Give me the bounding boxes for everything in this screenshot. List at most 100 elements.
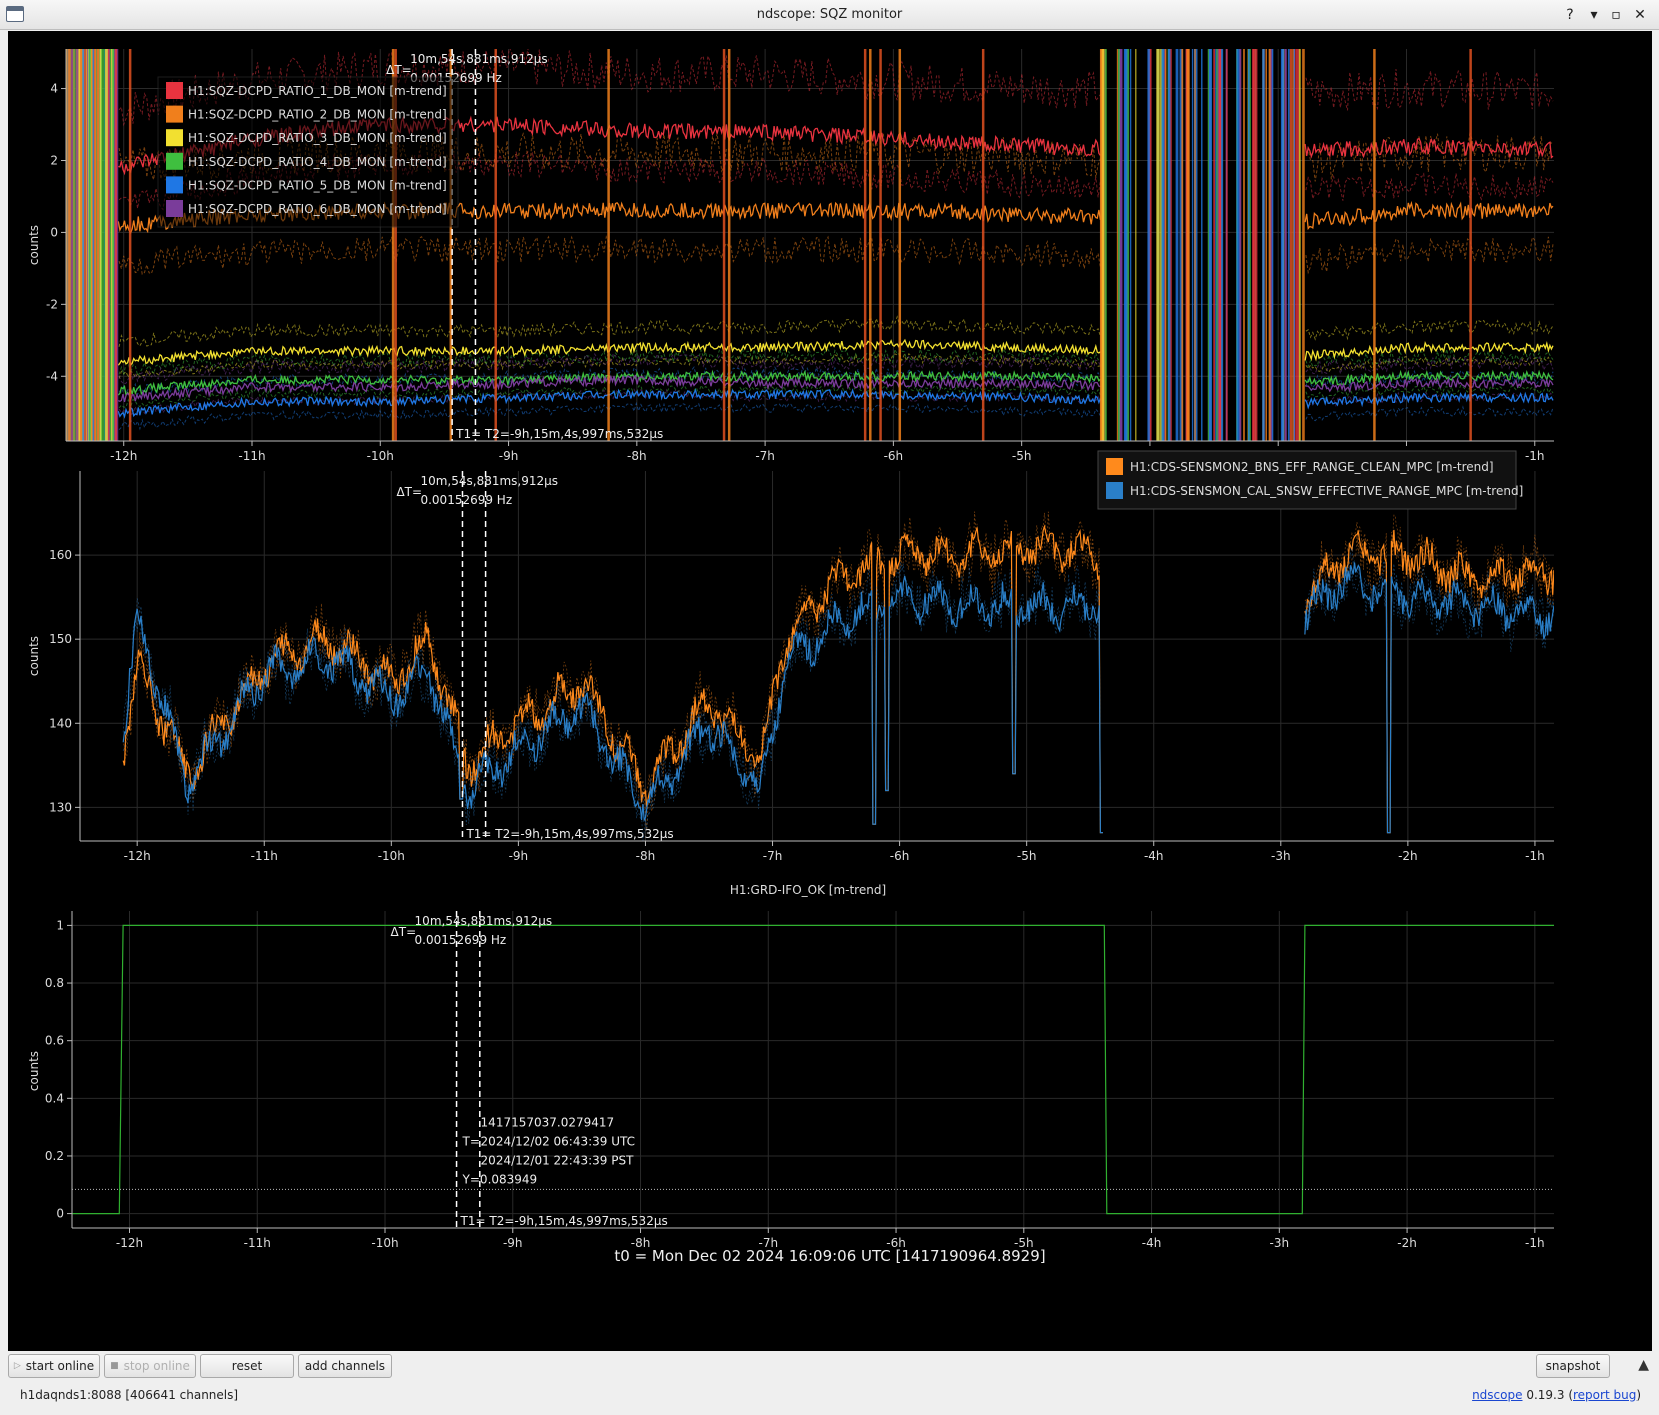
x-tick-label: -3h — [1271, 849, 1291, 863]
y-tick-label: 160 — [49, 548, 72, 562]
app-name-link[interactable]: ndscope — [1472, 1388, 1522, 1402]
x-tick-label: -2h — [1397, 1236, 1417, 1250]
plot3-y-ticks: 1 0.8 0.6 0.4 0.2 0 — [45, 918, 72, 1221]
report-bug-link[interactable]: report bug — [1573, 1388, 1636, 1402]
maximize-icon[interactable]: ▫ — [1606, 5, 1626, 25]
legend-label: H1:CDS-SENSMON2_BNS_EFF_RANGE_CLEAN_MPC … — [1130, 460, 1494, 474]
y-tick-label: 0.8 — [45, 976, 64, 990]
delta-t-value: 10m,54s,881ms,912µs — [410, 52, 548, 66]
x-tick-label: -1h — [1525, 1236, 1545, 1250]
crosshair-y: Y=0.083949 — [462, 1172, 538, 1186]
y-tick-label: -4 — [46, 369, 58, 383]
plot3-viewbox[interactable] — [72, 911, 1554, 1288]
start-online-button[interactable]: ▷ start online — [8, 1354, 100, 1378]
plot2[interactable]: -12h -11h -10h -9h -8h -7h -6h -5h -4h -3h -2h -1h … — [27, 450, 1554, 871]
plot1-y-ticks: 4 2 0 -2 -4 — [46, 82, 66, 383]
x-tick-label: -11h — [244, 1236, 271, 1250]
delta-t-value: 10m,54s,881ms,912µs — [420, 474, 558, 488]
x-tick-label: -5h — [1012, 449, 1032, 463]
delta-freq-value: 0.00152699 Hz — [420, 493, 512, 507]
x-tick-label: -8h — [636, 849, 656, 863]
window-titlebar: ndscope: SQZ monitor ? ▾ ▫ ✕ — [0, 0, 1659, 30]
t1-t2-label: T1= T2=-9h,15m,4s,997ms,532µs — [460, 1214, 668, 1228]
legend-label: H1:CDS-SENSMON_CAL_SNSW_EFFECTIVE_RANGE_… — [1130, 484, 1523, 498]
crosshair-utc: 2024/12/02 06:43:39 UTC — [481, 1134, 635, 1148]
x-tick-label: -10h — [371, 1236, 398, 1250]
plot1[interactable]: -12h-11h-10h-9h-8h-7h-6h-5h-4h-3h-2h-1h … — [27, 48, 1554, 463]
legend-swatch[interactable] — [1106, 458, 1123, 475]
x-tick-label: -11h — [238, 449, 265, 463]
t1-t2-label: T1= T2=-9h,15m,4s,997ms,532µs — [455, 427, 663, 441]
x-tick-label: -12h — [116, 1236, 143, 1250]
legend-swatch[interactable] — [166, 129, 183, 147]
x-tick-label: -4h — [1142, 1236, 1162, 1250]
plot2-ylabel: counts — [27, 636, 41, 676]
x-tick-label: -2h — [1398, 849, 1418, 863]
legend-swatch[interactable] — [166, 200, 183, 217]
stop-online-button[interactable]: ■ stop online — [104, 1354, 196, 1378]
plot3[interactable]: H1:GRD-IFO_OK [m-trend] -12h -11h -10h -9h -… — [27, 883, 1554, 1288]
legend-label: H1:SQZ-DCPD_RATIO_1_DB_MON [m-trend] — [188, 84, 447, 98]
crosshair-gps: 1417157037.0279417 — [481, 1115, 615, 1129]
x-tick-label: -10h — [367, 449, 394, 463]
x-tick-label: -12h — [110, 449, 137, 463]
x-tick-label: -10h — [378, 849, 405, 863]
help-icon[interactable]: ? — [1560, 5, 1580, 25]
y-tick-label: 0 — [56, 1207, 64, 1221]
y-tick-label: 130 — [49, 800, 72, 814]
y-tick-label: 140 — [49, 716, 72, 730]
x-tick-label: -12h — [124, 849, 151, 863]
delta-t-label: ΔT= — [391, 925, 417, 939]
snapshot-button[interactable]: snapshot — [1536, 1354, 1610, 1378]
plot1-legend[interactable]: H1:SQZ-DCPD_RATIO_1_DB_MON [m-trend] H1:S… — [157, 76, 459, 228]
play-icon: ▷ — [13, 1361, 21, 1371]
crosshair-pst: 2024/12/01 22:43:39 PST — [481, 1153, 635, 1167]
legend-swatch[interactable] — [166, 105, 183, 123]
plot1-ylabel: counts — [27, 225, 41, 265]
t1-t2-label: T1= T2=-9h,15m,4s,997ms,532µs — [465, 827, 673, 841]
reset-button[interactable]: reset — [200, 1354, 294, 1378]
x-tick-label: -5h — [1017, 849, 1037, 863]
legend-label: H1:SQZ-DCPD_RATIO_4_DB_MON [m-trend] — [188, 155, 447, 169]
x-tick-label: -7h — [763, 849, 783, 863]
x-tick-label: -9h — [499, 449, 519, 463]
delta-t-label: ΔT= — [386, 63, 412, 77]
server-status: h1daqnds1:8088 [406641 channels] — [20, 1388, 239, 1402]
plot2-legend[interactable]: H1:CDS-SENSMON2_BNS_EFF_RANGE_CLEAN_MPC … — [1097, 450, 1523, 510]
y-tick-label: -2 — [46, 297, 58, 311]
x-tick-label: -3h — [1270, 1236, 1290, 1250]
y-tick-label: 0.6 — [45, 1034, 64, 1048]
y-tick-label: 4 — [50, 82, 58, 96]
x-tick-label: -4h — [1144, 849, 1164, 863]
app-version: 0.19.3 — [1526, 1388, 1565, 1402]
x-tick-label: -6h — [890, 849, 910, 863]
legend-swatch[interactable] — [1106, 482, 1123, 499]
x-tick-label: -1h — [1525, 449, 1545, 463]
legend-label: H1:SQZ-DCPD_RATIO_3_DB_MON [m-trend] — [188, 131, 447, 145]
y-tick-label: 2 — [50, 153, 58, 167]
window-title: ndscope: SQZ monitor — [756, 7, 903, 22]
scope-area[interactable]: -12h-11h-10h-9h-8h-7h-6h-5h-4h-3h-2h-1h … — [8, 31, 1652, 1351]
y-tick-label: 0.4 — [45, 1091, 64, 1105]
legend-label: H1:SQZ-DCPD_RATIO_2_DB_MON [m-trend] — [188, 108, 447, 122]
plot3-title: H1:GRD-IFO_OK [m-trend] — [730, 883, 886, 897]
legend-label: H1:SQZ-DCPD_RATIO_5_DB_MON [m-trend] — [188, 178, 447, 192]
x-tick-label: -1h — [1525, 849, 1545, 863]
y-tick-label: 150 — [49, 632, 72, 646]
legend-swatch[interactable] — [166, 176, 183, 194]
legend-swatch[interactable] — [166, 82, 183, 99]
delta-t-label: ΔT= — [396, 485, 422, 499]
delta-t-value: 10m,54s,881ms,912µs — [415, 914, 553, 928]
plot3-ylabel: counts — [27, 1051, 41, 1091]
legend-swatch[interactable] — [166, 152, 183, 170]
close-icon[interactable]: ✕ — [1630, 5, 1650, 25]
y-tick-label: 1 — [56, 918, 64, 932]
crosshair-t-label: T= — [462, 1134, 480, 1148]
t0-label: t0 = Mon Dec 02 2024 16:09:06 UTC [14171… — [614, 1247, 1045, 1265]
delta-freq-value: 0.00152699 Hz — [415, 933, 507, 947]
y-tick-label: 0.2 — [45, 1149, 64, 1163]
minimize-icon[interactable]: ▾ — [1584, 5, 1604, 25]
x-tick-label: -7h — [755, 449, 775, 463]
add-channels-button[interactable]: add channels — [298, 1354, 392, 1378]
expand-panel-icon[interactable]: ▲ — [1638, 1357, 1649, 1373]
